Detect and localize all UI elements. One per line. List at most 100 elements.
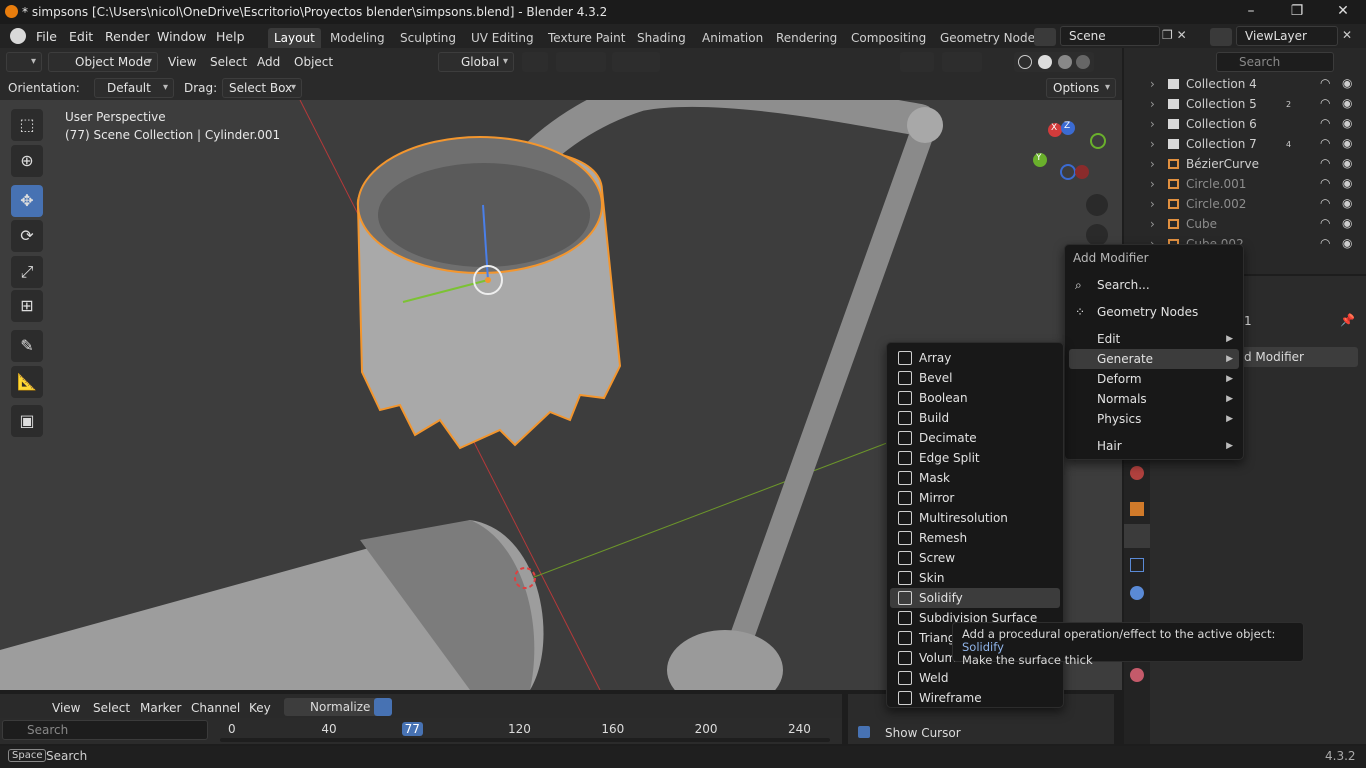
modifier-item-mask[interactable]: Mask	[890, 468, 1060, 488]
transform-orientation-dropdown[interactable]: Global	[438, 52, 514, 72]
scale-tool-icon[interactable]: ⤢	[11, 256, 43, 288]
cursor-tool-icon[interactable]: ⊕	[11, 145, 43, 177]
measure-tool-icon[interactable]: 📐	[11, 366, 43, 398]
tab-geometry-nodes[interactable]: Geometry Node	[934, 28, 1041, 48]
pin-icon[interactable]: 📌	[1340, 313, 1355, 327]
material-shading-icon[interactable]	[1058, 55, 1072, 69]
visibility-eye-icon[interactable]: ◠	[1320, 216, 1330, 230]
timeline-menu-select[interactable]: Select	[93, 698, 130, 718]
timeline-menu-key[interactable]: Key	[249, 698, 271, 718]
expand-arrow-icon[interactable]: ›	[1150, 77, 1155, 91]
geometry-nodes-item[interactable]: ⁘ Geometry Nodes	[1069, 302, 1239, 322]
outliner-row[interactable]: › Circle.002 ◠ ◉	[1124, 194, 1366, 214]
snap-icon[interactable]	[556, 52, 606, 72]
particles-tab-icon[interactable]	[1130, 558, 1144, 572]
gizmo-y-label[interactable]: Y	[1036, 153, 1042, 163]
timeline-scrollbar[interactable]	[220, 738, 830, 742]
move-tool-icon[interactable]: ✥	[11, 185, 43, 217]
gizmo-x-label[interactable]: X	[1051, 123, 1057, 133]
outliner-row[interactable]: › BézierCurve ◠ ◉	[1124, 154, 1366, 174]
render-camera-icon[interactable]: ◉	[1342, 236, 1352, 250]
visibility-eye-icon[interactable]: ◠	[1320, 116, 1330, 130]
outliner-row[interactable]: › Cube ◠ ◉	[1124, 214, 1366, 234]
outliner-row[interactable]: › Circle.001 ◠ ◉	[1124, 174, 1366, 194]
scene-new-icon[interactable]: ❐ ✕	[1162, 28, 1198, 46]
modifier-item-wireframe[interactable]: Wireframe	[890, 688, 1060, 708]
modifier-item-mirror[interactable]: Mirror	[890, 488, 1060, 508]
viewlayer-selector-icon[interactable]	[1210, 28, 1232, 46]
modifier-item-remesh[interactable]: Remesh	[890, 528, 1060, 548]
gizmo-toggle-icon[interactable]	[900, 52, 934, 72]
tab-compositing[interactable]: Compositing	[845, 28, 932, 48]
outliner-row[interactable]: › Collection 5 2 ◠ ◉	[1124, 94, 1366, 114]
object-tab-icon[interactable]	[1130, 502, 1144, 516]
expand-arrow-icon[interactable]: ›	[1150, 97, 1155, 111]
scene-selector-icon[interactable]	[1034, 28, 1056, 46]
visibility-eye-icon[interactable]: ◠	[1320, 136, 1330, 150]
render-camera-icon[interactable]: ◉	[1342, 136, 1352, 150]
tab-modeling[interactable]: Modeling	[324, 28, 391, 48]
editor-type-dropdown[interactable]	[6, 52, 42, 72]
visibility-icon[interactable]	[864, 52, 894, 72]
wireframe-shading-icon[interactable]	[1018, 55, 1032, 69]
visibility-eye-icon[interactable]: ◠	[1320, 196, 1330, 210]
rendered-shading-icon[interactable]	[1076, 55, 1090, 69]
modifier-category-generate[interactable]: Generate ▶	[1069, 349, 1239, 369]
visibility-eye-icon[interactable]: ◠	[1320, 176, 1330, 190]
add-modifier-button[interactable]: d Modifier	[1240, 347, 1358, 367]
tab-layout[interactable]: Layout	[268, 28, 321, 48]
outliner-row[interactable]: › Collection 6 ◠ ◉	[1124, 114, 1366, 134]
modifier-item-multiresolution[interactable]: Multiresolution	[890, 508, 1060, 528]
render-camera-icon[interactable]: ◉	[1342, 96, 1352, 110]
viewport-menu-add[interactable]: Add	[257, 52, 280, 72]
modifier-item-decimate[interactable]: Decimate	[890, 428, 1060, 448]
render-camera-icon[interactable]: ◉	[1342, 196, 1352, 210]
close-button[interactable]: ✕	[1320, 0, 1366, 24]
normalize-toggle[interactable]: Normalize	[284, 698, 378, 716]
render-camera-icon[interactable]: ◉	[1342, 216, 1352, 230]
options-dropdown[interactable]: Options	[1046, 78, 1116, 98]
expand-arrow-icon[interactable]: ›	[1150, 177, 1155, 191]
outliner-row[interactable]: › Collection 7 4 ◠ ◉	[1124, 134, 1366, 154]
visibility-eye-icon[interactable]: ◠	[1320, 96, 1330, 110]
shading-modes[interactable]	[1014, 52, 1094, 72]
orientation-dropdown[interactable]: Default	[94, 78, 174, 98]
render-camera-icon[interactable]: ◉	[1342, 156, 1352, 170]
minimize-button[interactable]: –	[1228, 0, 1274, 24]
tab-uv-editing[interactable]: UV Editing	[465, 28, 540, 48]
timeline-menu-marker[interactable]: Marker	[140, 698, 181, 718]
modifier-item-edge-split[interactable]: Edge Split	[890, 448, 1060, 468]
modifier-item-boolean[interactable]: Boolean	[890, 388, 1060, 408]
annotate-tool-icon[interactable]: ✎	[11, 330, 43, 362]
pivot-icon[interactable]	[522, 52, 548, 72]
modifier-item-bevel[interactable]: Bevel	[890, 368, 1060, 388]
timeline-menu-channel[interactable]: Channel	[191, 698, 240, 718]
tab-sculpting[interactable]: Sculpting	[394, 28, 462, 48]
modifier-tab-icon[interactable]	[1124, 524, 1150, 548]
overlay-toggle-icon[interactable]	[942, 52, 982, 72]
tab-rendering[interactable]: Rendering	[770, 28, 843, 48]
transform-tool-icon[interactable]: ⊞	[11, 290, 43, 322]
expand-arrow-icon[interactable]: ›	[1150, 217, 1155, 231]
menu-render[interactable]: Render	[105, 28, 150, 46]
viewlayer-close-icon[interactable]: ✕	[1342, 28, 1352, 42]
render-camera-icon[interactable]: ◉	[1342, 76, 1352, 90]
visibility-eye-icon[interactable]: ◠	[1320, 76, 1330, 90]
blender-menu-icon[interactable]	[10, 28, 26, 44]
modifier-category-edit[interactable]: Edit ▶	[1069, 329, 1239, 349]
mode-dropdown[interactable]: Object Mode	[48, 52, 158, 72]
modifier-category-hair[interactable]: Hair ▶	[1069, 436, 1239, 456]
visibility-eye-icon[interactable]: ◠	[1320, 156, 1330, 170]
current-frame-indicator[interactable]: 77	[401, 722, 423, 736]
rotate-tool-icon[interactable]: ⟳	[11, 220, 43, 252]
viewport-menu-object[interactable]: Object	[294, 52, 333, 72]
menu-window[interactable]: Window	[157, 28, 206, 46]
tab-texture-paint[interactable]: Texture Paint	[542, 28, 631, 48]
drag-dropdown[interactable]: Select Box	[222, 78, 302, 98]
xray-icon[interactable]	[990, 52, 1010, 72]
gizmo-z-label[interactable]: Z	[1064, 121, 1070, 131]
modifier-item-screw[interactable]: Screw	[890, 548, 1060, 568]
solid-shading-icon[interactable]	[1038, 55, 1052, 69]
timeline-menu-view[interactable]: View	[52, 698, 80, 718]
outliner-row[interactable]: › Collection 4 ◠ ◉	[1124, 74, 1366, 94]
